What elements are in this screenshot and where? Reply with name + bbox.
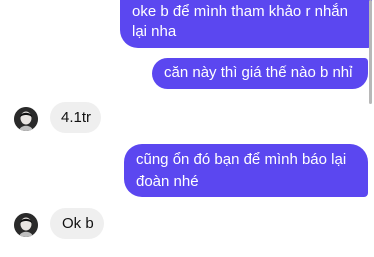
scrollbar[interactable] [369,0,372,104]
message-bubble-incoming[interactable]: Ok b [50,208,104,239]
message-text-line: lại nha [132,23,177,40]
message-text-line: đoàn nhé [136,173,199,190]
user-avatar-icon[interactable] [14,107,38,131]
message-text-line: căn này thì giá thế nào b nhỉ [164,64,353,81]
message-bubble-outgoing[interactable]: oke b để mình tham khảo r nhắn lại nha [120,0,372,48]
message-bubble-outgoing[interactable]: cũng ổn đó bạn để mình báo lại đoàn nhé [124,144,368,197]
message-bubble-outgoing[interactable]: căn này thì giá thế nào b nhỉ [152,58,368,89]
chat-thread: oke b để mình tham khảo r nhắn lại nha c… [0,0,374,257]
message-text-line: 4.1tr [61,109,92,126]
message-text-line: cũng ổn đó bạn để mình báo lại [136,151,347,168]
message-text-line: oke b để mình tham khảo r nhắn [132,3,348,20]
message-bubble-incoming[interactable]: 4.1tr [50,102,101,133]
message-text-line: Ok b [62,215,94,232]
user-avatar-icon[interactable] [14,213,38,237]
